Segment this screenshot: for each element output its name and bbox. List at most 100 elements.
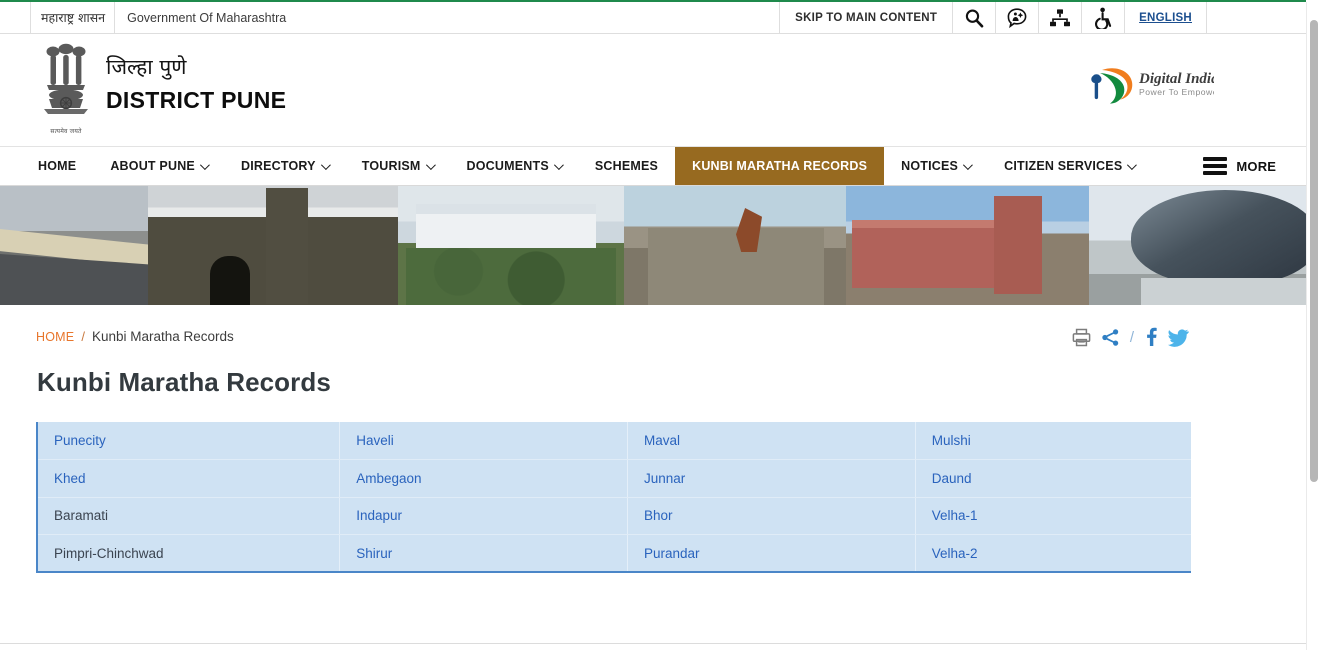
taluka-link-purandar[interactable]: Purandar — [644, 546, 700, 561]
nav-item-tourism-label: TOURISM — [361, 159, 421, 173]
scrollbar-thumb[interactable] — [1310, 20, 1318, 482]
printer-icon — [1072, 328, 1091, 346]
utility-bar-left: महाराष्ट्र शासन Government Of Maharashtr… — [0, 2, 298, 33]
nav-item-schemes-label: SCHEMES — [594, 159, 659, 173]
chevron-down-icon — [320, 159, 331, 170]
nav-item-home[interactable]: HOME — [0, 147, 93, 185]
twitter-share-button[interactable] — [1168, 328, 1189, 347]
digital-india-logo-icon: Digital India Power To Empower — [1091, 68, 1221, 104]
banner-image-shaniwar-wada — [624, 186, 846, 305]
facebook-share-button[interactable] — [1144, 327, 1158, 347]
accessibility-speech-button[interactable] — [995, 2, 1038, 33]
state-name-marathi: महाराष्ट्र शासन — [31, 2, 116, 33]
table-cell: Ambegaon — [339, 459, 628, 498]
nav-item-tourism[interactable]: TOURISM — [345, 147, 450, 185]
banner-image-institute — [398, 186, 624, 305]
wheelchair-accessibility-icon — [1095, 7, 1112, 29]
banner-image-university — [148, 186, 398, 305]
state-name-english: Government Of Maharashtra — [127, 10, 287, 25]
table-cell: Bhor — [627, 497, 916, 535]
nav-item-citizen-services-label: CITIZEN SERVICES — [1004, 159, 1123, 173]
nav-item-kunbi-maratha-records-label: KUNBI MARATHA RECORDS — [692, 159, 868, 173]
taluka-link-khed[interactable]: Khed — [54, 471, 86, 486]
taluka-link-haveli[interactable]: Haveli — [356, 433, 394, 448]
taluka-link-bhor[interactable]: Bhor — [644, 508, 673, 523]
twitter-bird-icon — [1168, 328, 1189, 347]
page-scrollbar[interactable] — [1306, 2, 1320, 650]
nav-item-notices-label: NOTICES — [901, 159, 959, 173]
table-cell: Velha-1 — [915, 497, 1191, 535]
breadcrumb-current-page: Kunbi Maratha Records — [91, 329, 234, 344]
utility-bar: महाराष्ट्र शासन Government Of Maharashtr… — [0, 2, 1306, 34]
table-cell: Velha-2 — [915, 535, 1191, 573]
table-cell: Khed — [37, 459, 341, 498]
table-cell: Pimpri-Chinchwad — [37, 534, 341, 572]
taluka-link-daund[interactable]: Daund — [932, 471, 972, 486]
taluka-link-maval[interactable]: Maval — [644, 433, 680, 448]
accessibility-button[interactable] — [1081, 2, 1124, 33]
digital-india-logo[interactable]: Digital India Power To Empower — [1084, 63, 1221, 109]
taluka-link-indapur[interactable]: Indapur — [356, 508, 402, 523]
taluka-label-pimpri-chinchwad: Pimpri-Chinchwad — [54, 545, 164, 561]
taluka-link-junnar[interactable]: Junnar — [644, 471, 685, 486]
page-title: Kunbi Maratha Records — [37, 367, 331, 397]
search-button[interactable] — [952, 2, 995, 33]
banner-image-flyover — [0, 186, 148, 305]
table-row: Pimpri-Chinchwad Shirur Purandar Velha-2 — [37, 534, 1191, 573]
search-icon — [965, 9, 984, 28]
share-separator: / — [1129, 328, 1134, 346]
banner-image-strip — [0, 186, 1320, 305]
chevron-down-icon — [963, 159, 973, 170]
taluka-link-velha-2[interactable]: Velha-2 — [932, 546, 978, 561]
share-toolbar: / — [1072, 327, 1189, 347]
nav-item-directory[interactable]: DIRECTORY — [224, 147, 345, 185]
nav-item-notices[interactable]: NOTICES — [884, 147, 987, 185]
taluka-link-shirur[interactable]: Shirur — [356, 546, 392, 561]
nav-item-kunbi-maratha-records[interactable]: KUNBI MARATHA RECORDS — [675, 147, 885, 185]
table-cell: Junnar — [627, 459, 916, 498]
site-titles: जिल्हा पुणे DISTRICT PUNE — [106, 55, 286, 114]
taluka-link-punecity[interactable]: Punecity — [54, 433, 106, 448]
table-cell: Purandar — [627, 534, 916, 572]
skip-to-main-content-link[interactable]: SKIP TO MAIN CONTENT — [779, 2, 952, 33]
breadcrumb-home-link[interactable]: HOME — [36, 330, 74, 344]
nav-item-citizen-services[interactable]: CITIZEN SERVICES — [987, 147, 1151, 185]
utility-bar-right: SKIP TO MAIN CONTENT ENGLISH — [779, 2, 1306, 33]
utility-left-spacer — [0, 2, 31, 33]
nav-item-documents[interactable]: DOCUMENTS — [450, 147, 578, 185]
taluka-link-velha-1[interactable]: Velha-1 — [932, 508, 978, 523]
emblem-motto: सत्यमेव जयते — [50, 128, 82, 135]
table-cell: Shirur — [339, 534, 628, 572]
table-cell: Indapur — [339, 497, 628, 535]
share-nodes-icon — [1102, 328, 1119, 346]
facebook-icon — [1147, 327, 1157, 346]
more-menu-label: MORE — [1236, 158, 1277, 174]
nav-item-directory-label: DIRECTORY — [240, 159, 316, 173]
share-button[interactable] — [1101, 328, 1120, 347]
breadcrumb: HOME / Kunbi Maratha Records — [36, 329, 234, 344]
language-selector[interactable]: ENGLISH — [1124, 2, 1206, 33]
nav-item-home-label: HOME — [38, 159, 77, 173]
main-navigation: HOME ABOUT PUNE DIRECTORY TOURISM DOCUME… — [0, 147, 1306, 186]
nav-item-about-pune-label: ABOUT PUNE — [110, 159, 195, 173]
print-button[interactable] — [1072, 328, 1091, 347]
nav-item-about-pune[interactable]: ABOUT PUNE — [93, 147, 224, 185]
table-cell: Maval — [627, 422, 916, 460]
kunbi-maratha-records-taluka-table: Punecity Haveli Maval Mulshi Khed Ambega… — [36, 422, 1191, 573]
table-cell: Punecity — [37, 422, 341, 460]
banner-image-glass-dome — [1089, 186, 1320, 305]
taluka-link-ambegaon[interactable]: Ambegaon — [356, 471, 421, 486]
taluka-link-mulshi[interactable]: Mulshi — [932, 433, 971, 448]
chevron-down-icon — [1127, 159, 1138, 170]
main-content: HOME / Kunbi Maratha Records / Kunbi Mar… — [0, 305, 1306, 650]
table-cell: Daund — [915, 459, 1191, 498]
nav-item-schemes[interactable]: SCHEMES — [578, 147, 675, 185]
utility-right-spacer — [1206, 2, 1306, 33]
sitemap-button[interactable] — [1038, 2, 1081, 33]
svg-text:Power To Empower: Power To Empower — [1139, 87, 1214, 97]
breadcrumb-separator: / — [81, 329, 85, 344]
footer-divider — [0, 643, 1306, 644]
svg-text:Digital India: Digital India — [1138, 71, 1214, 87]
more-menu-button[interactable]: MORE — [1187, 147, 1292, 185]
chevron-down-icon — [553, 159, 564, 170]
